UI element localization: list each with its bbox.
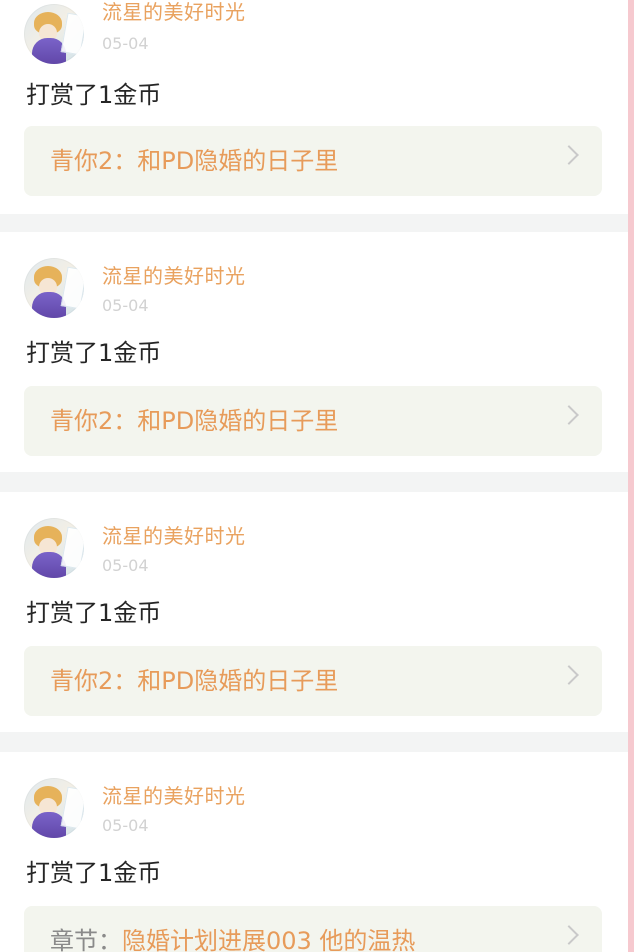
chapter-link[interactable]: 章节：隐婚计划进展003 他的温热 — [24, 906, 602, 952]
book-link[interactable]: 青你2：和PD隐婚的日子里 — [24, 646, 602, 716]
feed-item: 流星的美好时光 05-04 打赏了1金币 青你2：和PD隐婚的日子里 — [0, 232, 628, 472]
book-title: 青你2：和PD隐婚的日子里 — [50, 667, 339, 695]
feed-item: 流星的美好时光 05-04 打赏了1金币 章节：隐婚计划进展003 他的温热 — [0, 752, 628, 952]
avatar-decoration — [60, 12, 84, 56]
reward-message: 打赏了1金币 — [26, 599, 162, 627]
avatar-decoration — [60, 266, 84, 310]
reward-feed: 流星的美好时光 05-04 打赏了1金币 青你2：和PD隐婚的日子里 流星的美好… — [0, 0, 634, 952]
book-link[interactable]: 青你2：和PD隐婚的日子里 — [24, 386, 602, 456]
reward-message: 打赏了1金币 — [26, 339, 162, 367]
feed-item: 流星的美好时光 05-04 打赏了1金币 青你2：和PD隐婚的日子里 — [0, 0, 628, 214]
book-title: 青你2：和PD隐婚的日子里 — [50, 147, 339, 175]
timestamp: 05-04 — [102, 296, 149, 315]
timestamp: 05-04 — [102, 816, 149, 835]
avatar[interactable] — [24, 518, 84, 578]
chevron-right-icon — [559, 925, 579, 945]
feed-item: 流星的美好时光 05-04 打赏了1金币 青你2：和PD隐婚的日子里 — [0, 492, 628, 732]
chapter-prefix: 章节： — [50, 927, 122, 952]
username[interactable]: 流星的美好时光 — [102, 524, 246, 548]
chapter-name: 隐婚计划进展003 他的温热 — [122, 927, 416, 952]
avatar-decoration — [60, 786, 84, 830]
book-link[interactable]: 青你2：和PD隐婚的日子里 — [24, 126, 602, 196]
timestamp: 05-04 — [102, 556, 149, 575]
timestamp: 05-04 — [102, 34, 149, 53]
chevron-right-icon — [559, 145, 579, 165]
avatar[interactable] — [24, 258, 84, 318]
username[interactable]: 流星的美好时光 — [102, 0, 246, 24]
chevron-right-icon — [559, 665, 579, 685]
avatar-decoration — [60, 526, 84, 570]
reward-message: 打赏了1金币 — [26, 859, 162, 887]
username[interactable]: 流星的美好时光 — [102, 784, 246, 808]
username[interactable]: 流星的美好时光 — [102, 264, 246, 288]
reward-message: 打赏了1金币 — [26, 81, 162, 109]
book-title: 青你2：和PD隐婚的日子里 — [50, 407, 339, 435]
avatar[interactable] — [24, 4, 84, 64]
chevron-right-icon — [559, 405, 579, 425]
chapter-title: 章节：隐婚计划进展003 他的温热 — [50, 926, 415, 952]
avatar[interactable] — [24, 778, 84, 838]
